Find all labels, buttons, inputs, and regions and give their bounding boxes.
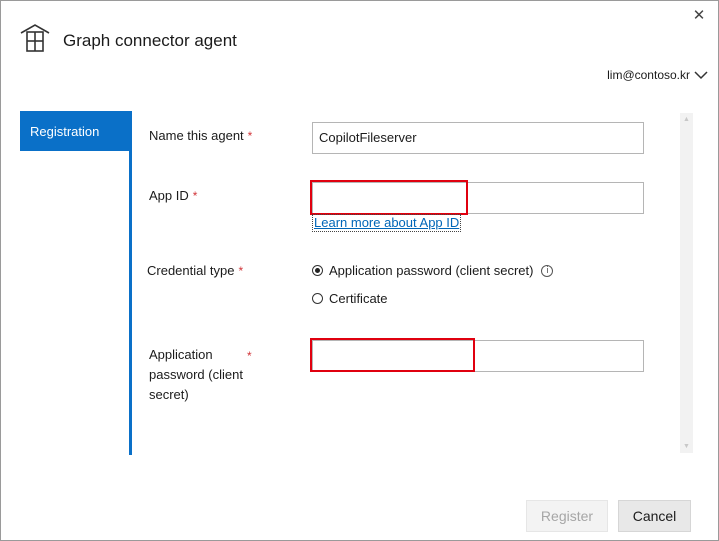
account-email: lim@contoso.kr	[607, 68, 690, 82]
credential-type-label: Credential type *	[147, 261, 243, 281]
nav-active-rule	[129, 151, 132, 455]
learn-more-app-id-link[interactable]: Learn more about App ID	[312, 214, 462, 232]
scroll-down-arrow-icon[interactable]: ▼	[680, 443, 693, 450]
cancel-button[interactable]: Cancel	[618, 500, 691, 532]
close-button[interactable]: ✕	[690, 7, 708, 25]
agent-name-label: Name this agent *	[149, 126, 252, 146]
info-icon[interactable]: i	[541, 264, 554, 277]
app-password-label-line: Application	[149, 347, 213, 362]
nav-item-registration[interactable]: Registration	[20, 111, 132, 151]
close-icon: ✕	[692, 7, 706, 24]
chevron-down-icon	[694, 70, 708, 79]
radio-label: Certificate	[329, 291, 388, 306]
required-marker: *	[247, 349, 252, 363]
radio-button-checked[interactable]	[312, 265, 323, 276]
radio-button-unchecked[interactable]	[312, 293, 323, 304]
required-marker: *	[247, 129, 253, 143]
app-password-label-line: password (client	[149, 367, 243, 382]
required-marker: *	[238, 264, 244, 278]
dialog-window: Graph connector agent ✕ lim@contoso.kr R…	[0, 0, 719, 541]
radio-label: Application password (client secret)	[329, 263, 534, 278]
credential-type-label-text: Credential type	[147, 263, 235, 278]
window-title: Graph connector agent	[63, 31, 237, 50]
connector-house-icon	[20, 24, 50, 52]
vertical-scrollbar[interactable]: ▲ ▼	[680, 113, 693, 453]
radio-client-secret[interactable]: Application password (client secret) i	[312, 263, 554, 278]
radio-certificate[interactable]: Certificate	[312, 291, 388, 306]
app-id-label: App ID *	[149, 186, 197, 206]
highlight-box	[310, 180, 468, 215]
agent-name-label-text: Name this agent	[149, 128, 244, 143]
register-button[interactable]: Register	[526, 500, 608, 532]
scroll-up-arrow-icon[interactable]: ▲	[680, 116, 693, 123]
side-navigation: Registration	[20, 111, 132, 455]
app-id-label-text: App ID	[149, 188, 189, 203]
agent-name-input[interactable]: CopilotFileserver	[312, 122, 644, 154]
account-menu[interactable]: lim@contoso.kr	[607, 68, 708, 82]
app-password-label: Application password (client secret)	[149, 345, 243, 405]
highlight-box	[310, 338, 475, 372]
required-marker: *	[192, 189, 198, 203]
nav-item-label: Registration	[30, 124, 100, 139]
app-password-label-line: secret)	[149, 387, 189, 402]
